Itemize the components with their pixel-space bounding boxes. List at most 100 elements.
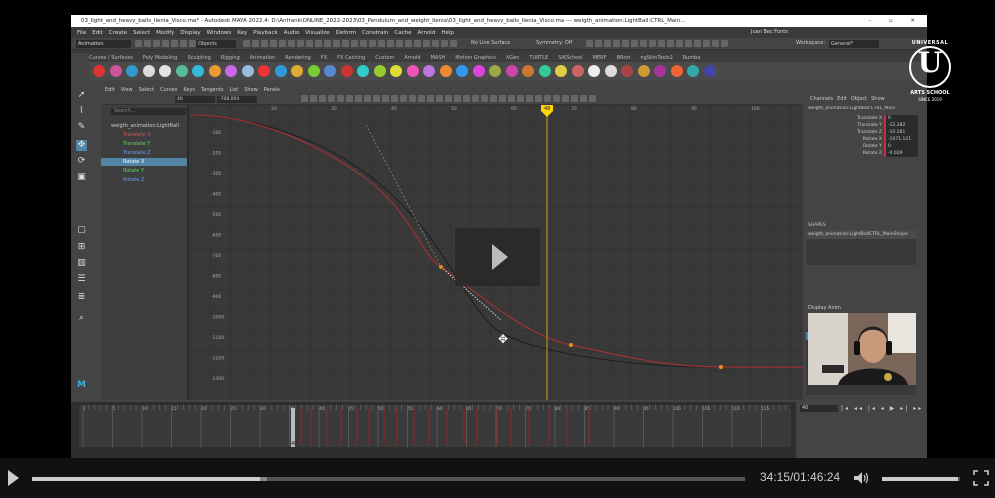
menu-item[interactable]: Cache bbox=[394, 30, 411, 36]
shelf-tab[interactable]: Curves / Surfaces bbox=[89, 55, 133, 61]
channel-menu-item[interactable]: Channels bbox=[810, 96, 833, 102]
lasso-tool-icon[interactable]: ⌇ bbox=[76, 106, 87, 117]
layer-tabs[interactable]: Display Anim bbox=[808, 305, 841, 311]
layout-four-icon[interactable]: ⊞ bbox=[76, 242, 87, 253]
outliner-item[interactable]: Translate Z bbox=[101, 149, 187, 157]
graph-menu-item[interactable]: Keys bbox=[183, 87, 195, 93]
shelf-tool-icon[interactable] bbox=[538, 65, 551, 77]
shelf-tab[interactable]: MERF bbox=[593, 55, 607, 61]
shelf-tab[interactable]: Animation bbox=[250, 55, 276, 61]
shelf-tool-icon[interactable] bbox=[604, 65, 617, 77]
graph-menu-item[interactable]: Select bbox=[139, 87, 154, 93]
shelf-tool-icon[interactable] bbox=[93, 65, 105, 77]
shelf-tab[interactable]: Arnold bbox=[404, 55, 420, 61]
no-live-surface[interactable]: No Live Surface bbox=[471, 40, 510, 46]
menu-item[interactable]: Create bbox=[109, 30, 127, 36]
shelf-tool-icon[interactable] bbox=[439, 65, 452, 77]
scale-tool-icon[interactable]: ▣ bbox=[76, 172, 87, 183]
shelf-tool-icon[interactable] bbox=[109, 65, 122, 77]
shelf-tool-icon[interactable] bbox=[456, 65, 468, 77]
menu-item[interactable]: Arnold bbox=[418, 30, 436, 36]
channel-value[interactable]: -12.282 bbox=[884, 122, 918, 129]
shelf-tool-icon[interactable] bbox=[192, 65, 204, 77]
symmetry-selector[interactable]: Symmetry: Off bbox=[536, 40, 572, 46]
workspace-selector[interactable]: General* bbox=[829, 40, 879, 48]
status-icons-1[interactable] bbox=[135, 40, 196, 48]
outliner-item[interactable]: Translate X bbox=[101, 131, 187, 139]
user-name[interactable]: Juan Bec Fonts bbox=[751, 27, 851, 38]
value-field[interactable]: -708.004 bbox=[217, 96, 257, 103]
graph-menu-item[interactable]: Show bbox=[244, 87, 258, 93]
layout-outliner-icon[interactable]: ☰ bbox=[76, 274, 87, 285]
menu-item[interactable]: Select bbox=[133, 30, 150, 36]
menu-item[interactable]: Display bbox=[180, 30, 200, 36]
layout-single-icon[interactable]: ▢ bbox=[76, 225, 87, 236]
channel-row[interactable]: Rotate X -1071.121 bbox=[808, 136, 918, 143]
shelf-tab[interactable]: TURTLE bbox=[529, 55, 548, 61]
shelf-tab[interactable]: ngSkinTools2 bbox=[640, 55, 672, 61]
menu-item[interactable]: Modify bbox=[156, 30, 174, 36]
shelf-tab[interactable]: Rigging bbox=[221, 55, 240, 61]
shelf-tool-icon[interactable] bbox=[241, 65, 254, 77]
shelf-tool-icon[interactable] bbox=[307, 65, 320, 77]
shelf-tool-icon[interactable] bbox=[142, 65, 155, 77]
channel-value[interactable]: -1071.121 bbox=[884, 136, 918, 143]
time-slider[interactable]: 1510152025303540455055606570758085909510… bbox=[71, 402, 799, 458]
menu-item[interactable]: Visualize bbox=[305, 30, 329, 36]
volume-slider[interactable] bbox=[882, 477, 960, 481]
shelf-tool-icon[interactable] bbox=[324, 65, 336, 77]
layout-list-icon[interactable]: ≣ bbox=[76, 292, 87, 303]
shelf-tool-icon[interactable] bbox=[406, 65, 419, 77]
shelf-tool-icon[interactable] bbox=[390, 65, 402, 77]
rotate-tool-icon[interactable]: ⟳ bbox=[76, 156, 87, 167]
graph-menu-item[interactable]: List bbox=[229, 87, 238, 93]
shelf-tab[interactable]: FX bbox=[321, 55, 327, 61]
menu-item[interactable]: Playback bbox=[253, 30, 278, 36]
shelf-tool-icon[interactable] bbox=[588, 65, 600, 77]
move-tool-icon[interactable]: ✥ bbox=[76, 140, 87, 151]
shelf-tab[interactable]: Rumba bbox=[683, 55, 701, 61]
channel-value[interactable]: -10.281 bbox=[884, 129, 918, 136]
channel-row[interactable]: Rotate Z -0.029 bbox=[808, 150, 918, 157]
menu-item[interactable]: Audio bbox=[284, 30, 300, 36]
shelf-tool-icon[interactable] bbox=[654, 65, 666, 77]
play-button-icon[interactable] bbox=[8, 470, 19, 486]
shelf-tool-icon[interactable] bbox=[225, 65, 237, 77]
shelf-tool-icon[interactable] bbox=[274, 65, 287, 77]
shelf-tab[interactable]: Sculpting bbox=[187, 55, 210, 61]
outliner-search-input[interactable]: Search... bbox=[111, 108, 186, 115]
channel-menu-item[interactable]: Object bbox=[851, 96, 867, 102]
volume-icon[interactable] bbox=[853, 471, 869, 485]
shelf-tool-icon[interactable] bbox=[291, 65, 303, 77]
channel-value[interactable]: 0 bbox=[884, 115, 918, 122]
shelf-tool-icon[interactable] bbox=[637, 65, 650, 77]
shelf-tool-icon[interactable] bbox=[208, 65, 221, 77]
graph-menu-item[interactable]: Edit bbox=[105, 87, 115, 93]
shelf-tool-icon[interactable] bbox=[258, 65, 270, 77]
graph-menu-item[interactable]: Tangents bbox=[201, 87, 223, 93]
shelf-tab[interactable]: Motion Graphics bbox=[455, 55, 496, 61]
channel-row[interactable]: Rotate Y0 bbox=[808, 143, 918, 150]
current-frame-field[interactable]: 40 bbox=[800, 405, 838, 412]
shelf-tool-icon[interactable] bbox=[175, 65, 188, 77]
window-controls[interactable]: – ▫ ✕ bbox=[868, 15, 923, 27]
objects-selector[interactable]: Objects bbox=[196, 40, 236, 48]
menu-item[interactable]: Edit bbox=[92, 30, 103, 36]
mode-selector[interactable]: Animation bbox=[76, 40, 131, 48]
graph-menu-item[interactable]: View bbox=[121, 87, 133, 93]
fullscreen-icon[interactable] bbox=[973, 470, 989, 486]
outliner-item[interactable]: weigth_animation:LightBall bbox=[101, 122, 187, 130]
shelf-tool-icon[interactable] bbox=[472, 65, 485, 77]
shelf-tool-icon[interactable] bbox=[670, 65, 683, 77]
shelf-tab[interactable]: SiKSchool bbox=[558, 55, 582, 61]
shelf-tool-icon[interactable] bbox=[687, 65, 699, 77]
select-tool-icon[interactable]: ➚ bbox=[76, 90, 87, 101]
video-player[interactable]: 03_light_and_heavy_balls_Ilenia_Visco.ma… bbox=[0, 0, 995, 498]
shelf-tool-icon[interactable] bbox=[571, 65, 584, 77]
graph-menu-item[interactable]: Curves bbox=[160, 87, 177, 93]
shelf-tool-icon[interactable] bbox=[522, 65, 534, 77]
channel-row[interactable]: Translate Z -10.281 bbox=[808, 129, 918, 136]
shelf-tab[interactable]: XGen bbox=[506, 55, 520, 61]
channel-menu-item[interactable]: Show bbox=[871, 96, 885, 102]
channel-value[interactable]: 0 bbox=[884, 143, 918, 150]
